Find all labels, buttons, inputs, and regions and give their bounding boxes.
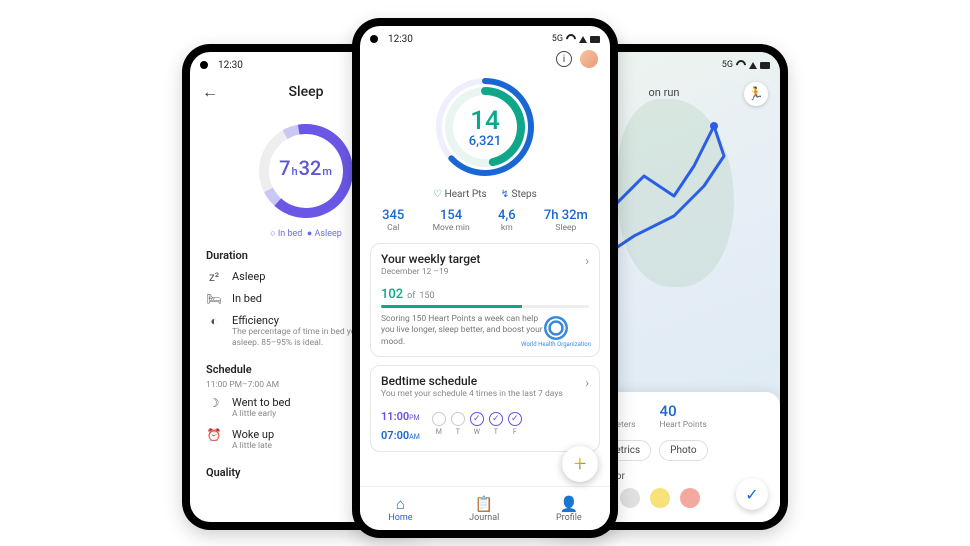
profile-icon: 👤 <box>556 495 582 513</box>
run-title: on run <box>649 86 680 99</box>
sleep-icon: z² <box>206 270 222 284</box>
color-red[interactable] <box>680 488 700 508</box>
phone-home: 12:30 5G i 14 6,321 Heart <box>352 18 618 538</box>
bottom-nav: ⌂Home 📋Journal 👤Profile <box>360 486 610 530</box>
home-icon: ⌂ <box>388 495 412 513</box>
bedtime-card[interactable]: › Bedtime schedule You met your schedule… <box>370 365 600 452</box>
add-button[interactable]: + <box>562 446 598 482</box>
runner-icon[interactable]: 🏃 <box>744 82 768 106</box>
confirm-button[interactable]: ✓ <box>736 478 768 510</box>
back-icon[interactable]: ← <box>202 82 218 102</box>
chip-photo[interactable]: Photo <box>659 440 707 461</box>
status-bar: 12:30 5G <box>360 26 610 48</box>
alarm-icon: ⏰ <box>206 428 222 442</box>
moon-icon: ☽ <box>206 396 222 410</box>
chevron-right-icon: › <box>585 376 589 390</box>
nav-profile[interactable]: 👤Profile <box>556 495 582 523</box>
ring-values: 14 6,321 <box>360 108 610 149</box>
ring-legend: Heart Pts Steps <box>360 189 610 200</box>
journal-icon: 📋 <box>469 495 499 513</box>
color-grey[interactable] <box>620 488 640 508</box>
stat-heartpts: 40Heart Points <box>660 402 707 430</box>
nav-journal[interactable]: 📋Journal <box>469 495 499 523</box>
who-badge: World Health Organization <box>521 316 591 349</box>
bedtime-days: M T ✓W ✓T ✓F <box>432 412 522 436</box>
nav-home[interactable]: ⌂Home <box>388 495 412 523</box>
avatar[interactable] <box>580 50 598 68</box>
weekly-target-card[interactable]: › Your weekly target December 12 –19 102… <box>370 243 600 357</box>
who-logo-icon <box>544 316 568 340</box>
weekly-progress: 102 of 150 <box>381 283 589 308</box>
clock: 12:30 <box>218 60 243 71</box>
stat-km[interactable]: 4,6km <box>498 208 516 233</box>
stat-sleep[interactable]: 7h 32mSleep <box>544 208 588 233</box>
bed-icon: 🛏 <box>206 292 222 306</box>
info-icon[interactable]: i <box>556 51 572 67</box>
stat-movemin[interactable]: 154Move min <box>433 208 470 233</box>
chevron-right-icon: › <box>585 254 589 268</box>
stat-cal[interactable]: 345Cal <box>382 208 404 233</box>
color-yellow[interactable] <box>650 488 670 508</box>
half-circle-icon: ◐ <box>206 314 222 328</box>
